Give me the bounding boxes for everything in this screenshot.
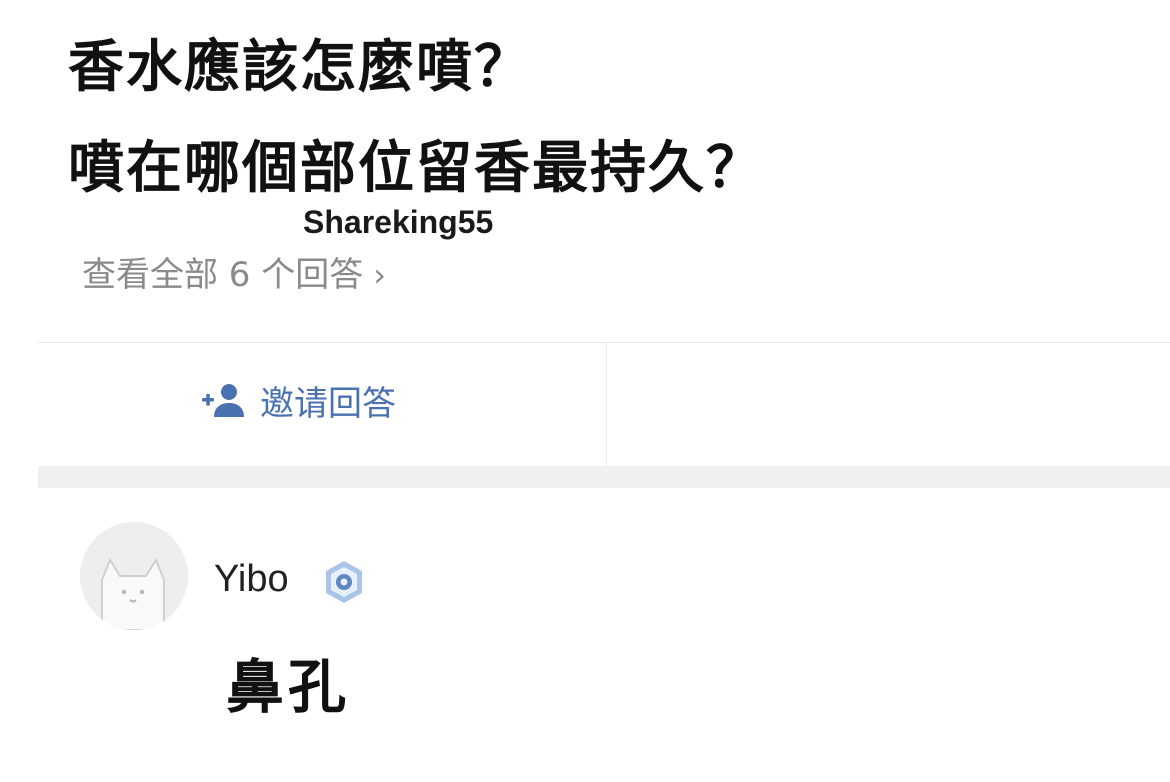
answer-text: 鼻孔 — [226, 653, 351, 721]
view-all-answers-label: 查看全部 6 个回答 — [82, 255, 364, 295]
invite-answer-button[interactable]: 邀请回答 — [200, 381, 396, 427]
watermark-text: Shareking55 — [303, 204, 494, 240]
section-separator — [38, 466, 1170, 488]
action-bar: 邀请回答 — [38, 342, 1170, 467]
answer-username[interactable]: Yibo — [214, 560, 289, 598]
chevron-right-icon: › — [373, 256, 387, 294]
add-user-icon — [200, 381, 248, 427]
action-divider — [606, 343, 607, 467]
verified-badge-icon — [320, 558, 368, 606]
question-title-line-1: 香水應該怎麼噴？ — [68, 35, 532, 100]
question-title-line-2: 噴在哪個部位留香最持久？ — [68, 136, 764, 201]
cat-avatar-icon — [80, 522, 188, 630]
view-all-answers-link[interactable]: 查看全部 6 个回答 › — [82, 258, 386, 292]
invite-answer-label: 邀请回答 — [260, 384, 396, 424]
avatar[interactable] — [80, 522, 188, 630]
